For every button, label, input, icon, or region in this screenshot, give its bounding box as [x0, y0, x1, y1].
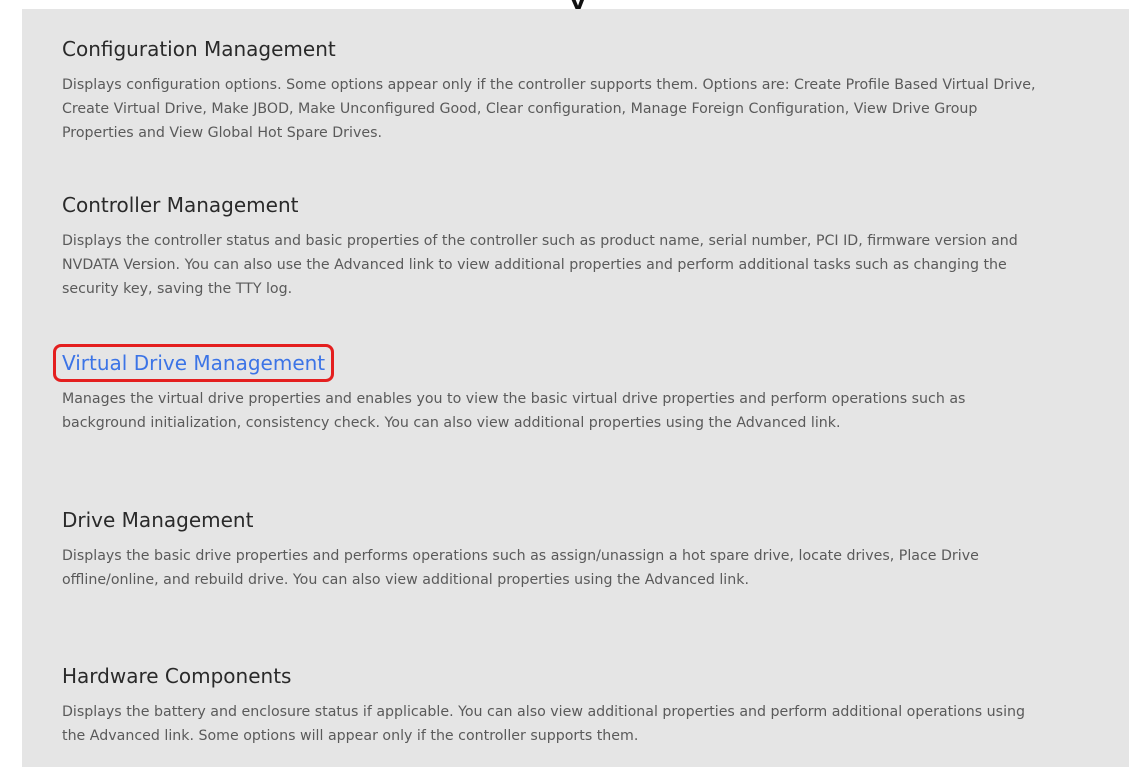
menu-item-hardware-components[interactable]: Hardware Components Displays the battery…	[62, 662, 1052, 748]
virtual-drive-management-link[interactable]: Virtual Drive Management	[52, 344, 335, 382]
menu-screen: Configuration Management Displays config…	[22, 9, 1129, 767]
hardware-components-description: Displays the battery and enclosure statu…	[62, 704, 1026, 744]
configuration-management-description: Displays configuration options. Some opt…	[62, 77, 1036, 141]
controller-management-title[interactable]: Controller Management	[58, 191, 302, 219]
clipped-heading-text: y	[570, 0, 586, 9]
menu-item-configuration-management[interactable]: Configuration Management Displays config…	[62, 35, 1052, 145]
configuration-management-title[interactable]: Configuration Management	[58, 35, 340, 63]
virtual-drive-management-description: Manages the virtual drive properties and…	[62, 391, 966, 431]
top-clipped-heading: y	[0, 0, 1129, 9]
menu-item-controller-management[interactable]: Controller Management Displays the contr…	[62, 191, 1052, 301]
drive-management-title[interactable]: Drive Management	[58, 506, 257, 534]
drive-management-description: Displays the basic drive properties and …	[62, 548, 979, 588]
menu-item-drive-management[interactable]: Drive Management Displays the basic driv…	[62, 506, 1052, 592]
hardware-components-title[interactable]: Hardware Components	[58, 662, 295, 690]
controller-management-description: Displays the controller status and basic…	[62, 233, 1018, 297]
menu-item-virtual-drive-management[interactable]: Virtual Drive Management Manages the vir…	[52, 344, 1052, 435]
